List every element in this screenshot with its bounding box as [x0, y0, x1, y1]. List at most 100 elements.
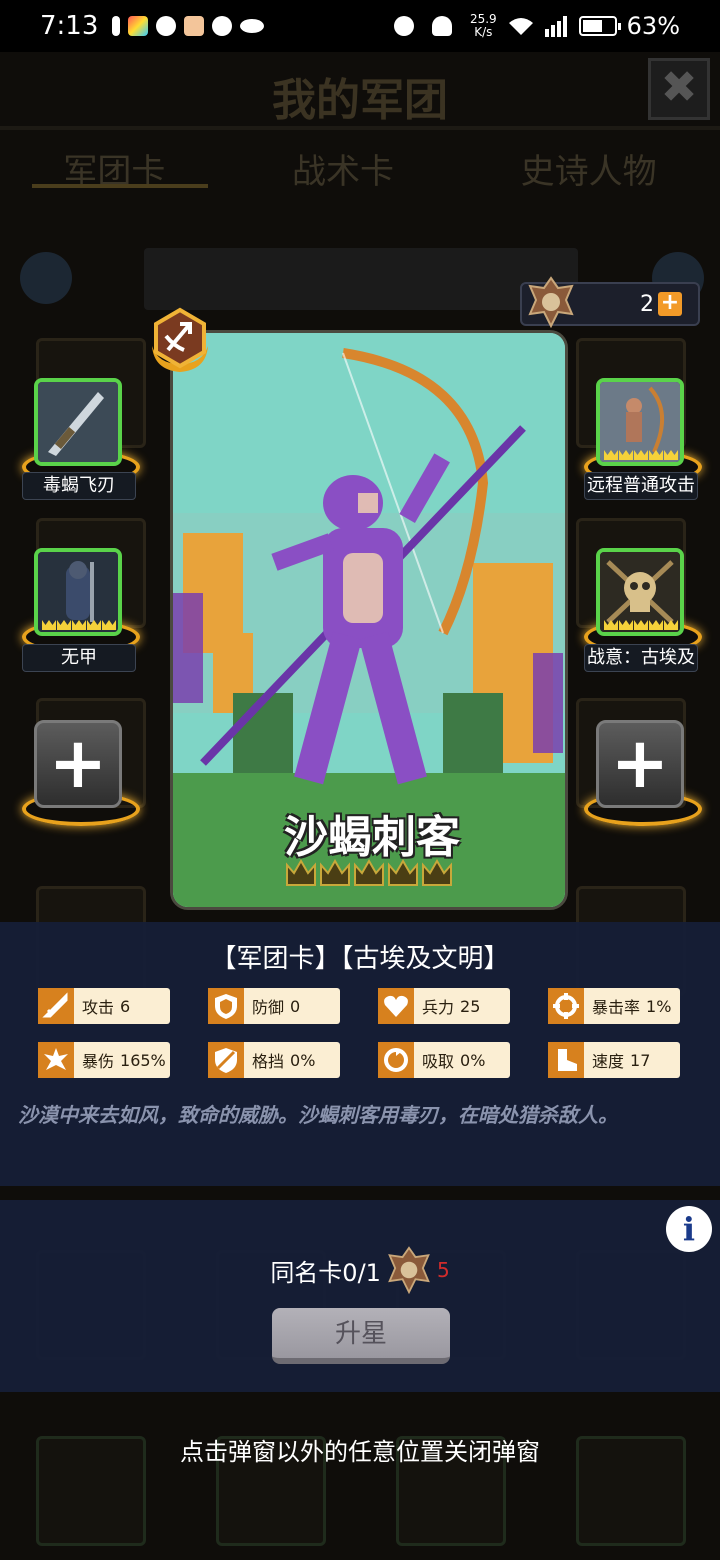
crown-icon: [664, 450, 678, 460]
crown-icon: [649, 450, 663, 460]
crown-icon: [619, 620, 633, 630]
tab-tactic-cards[interactable]: 战术卡: [292, 144, 394, 193]
crown-icon: [619, 450, 633, 460]
armor-slot-none[interactable]: [34, 548, 122, 636]
trait-label: 战意：古埃及: [584, 644, 698, 672]
add-emblem-button[interactable]: +: [658, 292, 682, 316]
archer-class-icon: [152, 307, 208, 372]
stat-label: 吸取: [422, 1052, 455, 1071]
unit-category: 【军团卡】【古埃及文明】: [210, 944, 510, 974]
skill-label: 远程普通攻击: [584, 472, 698, 500]
add-slot-button-right[interactable]: +: [596, 720, 684, 808]
stat-item: 暴伤 165%: [38, 1042, 170, 1078]
armor-label: 无甲: [22, 644, 136, 672]
stat-item: 暴击率 1%: [548, 988, 680, 1024]
stat-value: 0: [290, 996, 301, 1016]
eagle-emblem-icon: [388, 1246, 430, 1294]
eagle-emblem-icon: [528, 276, 574, 328]
stats-grid: 攻击 6 防御 0 兵力 25 暴击率 1% 暴伤 165% 格挡 0% 吸取 0% 速度 17: [38, 988, 686, 1078]
crown-icon: [87, 620, 101, 630]
block-icon: [208, 1042, 244, 1078]
stat-item: 兵力 25: [378, 988, 510, 1024]
stat-value: 6: [120, 996, 131, 1016]
app-icon: [128, 16, 149, 36]
burst-icon: [38, 1042, 74, 1078]
unit-card: 沙蝎刺客: [170, 330, 568, 910]
page-title: 我的军团: [272, 75, 448, 126]
skill-slot-ranged-attack[interactable]: [596, 378, 684, 466]
drain-icon: [378, 1042, 414, 1078]
list-view-button[interactable]: [20, 252, 72, 304]
stat-label: 防御: [252, 998, 285, 1017]
upgrade-cost: 5: [436, 1258, 450, 1282]
crown-icon: [634, 450, 648, 460]
close-button[interactable]: ✖: [648, 58, 710, 120]
tab-indicator: [32, 184, 208, 188]
duplicate-row: 同名卡0/1 5: [0, 1246, 720, 1294]
stat-item: 防御 0: [208, 988, 340, 1024]
crown-icon: [664, 620, 678, 630]
battery-percent: 63%: [626, 12, 680, 40]
slot-star-rating: [604, 620, 678, 630]
avatar-icon: [184, 16, 205, 36]
stat-label: 格挡: [252, 1052, 285, 1071]
crown-icon: [388, 859, 418, 886]
crown-icon: [422, 859, 452, 886]
stat-label: 暴击率: [592, 998, 641, 1017]
signal-icon: [544, 16, 567, 37]
net-speed-unit: K/s: [474, 25, 493, 39]
emblem-counter: 2 +: [520, 276, 700, 328]
stat-value: 17: [630, 1050, 651, 1070]
stat-value: 0%: [290, 1050, 316, 1070]
duplicate-count: 同名卡0/1: [270, 1258, 381, 1287]
star-rating: [285, 859, 453, 887]
stat-label: 攻击: [82, 998, 115, 1017]
crown-icon: [286, 859, 316, 886]
search-box[interactable]: [144, 248, 578, 310]
stat-value: 1%: [646, 996, 672, 1016]
crown-icon: [649, 620, 663, 630]
stat-label: 速度: [592, 1052, 625, 1071]
status-bar: 7:13 25.9 K/s 63%: [0, 0, 720, 52]
stat-value: 0%: [460, 1050, 486, 1070]
stat-value: 165%: [120, 1050, 166, 1070]
close-hint: 点击弹窗以外的任意位置关闭弹窗: [180, 1438, 540, 1466]
data-saver-icon: [212, 16, 233, 36]
status-time: 7:13: [40, 11, 99, 41]
crosshair-icon: [548, 988, 584, 1024]
heart-icon: [378, 988, 414, 1024]
emblem-count: 2: [640, 292, 654, 317]
crown-icon: [102, 620, 116, 630]
sword-icon: [38, 988, 74, 1024]
crown-icon: [354, 859, 384, 886]
notification-icon: [112, 16, 121, 36]
stat-item: 吸取 0%: [378, 1042, 510, 1078]
slot-star-rating: [42, 620, 116, 630]
wifi-icon: [508, 18, 533, 35]
upgrade-star-button[interactable]: 升星: [272, 1308, 450, 1364]
mute-icon: [431, 16, 452, 36]
unit-info-panel: 【军团卡】【古埃及文明】 攻击 6 防御 0 兵力 25 暴击率 1% 暴伤 165% 格挡 0% 吸取…: [0, 922, 720, 1186]
stat-value: 25: [460, 996, 481, 1016]
tab-epic-heroes[interactable]: 史诗人物: [521, 144, 657, 193]
stat-label: 暴伤: [82, 1052, 115, 1071]
crown-icon: [72, 620, 86, 630]
add-slot-button-left[interactable]: +: [34, 720, 122, 808]
net-speed-value: 25.9: [469, 12, 497, 26]
crown-icon: [604, 450, 618, 460]
skill-label: 毒蝎飞刃: [22, 472, 136, 500]
crown-icon: [57, 620, 71, 630]
stat-label: 兵力: [422, 998, 455, 1017]
unit-description: 沙漠中来去如风，致命的威胁。沙蝎刺客用毒刃，在暗处猎杀敌人。: [18, 1103, 618, 1127]
stat-item: 攻击 6: [38, 988, 170, 1024]
skill-slot-poison-blade[interactable]: [34, 378, 122, 466]
slot-star-rating: [604, 450, 678, 460]
crown-icon: [604, 620, 618, 630]
blade-skill-icon: [38, 382, 118, 462]
stat-item: 格挡 0%: [208, 1042, 340, 1078]
crown-icon: [42, 620, 56, 630]
crown-icon: [634, 620, 648, 630]
crown-icon: [320, 859, 350, 886]
trait-slot-egypt[interactable]: [596, 548, 684, 636]
shield-icon: [208, 988, 244, 1024]
